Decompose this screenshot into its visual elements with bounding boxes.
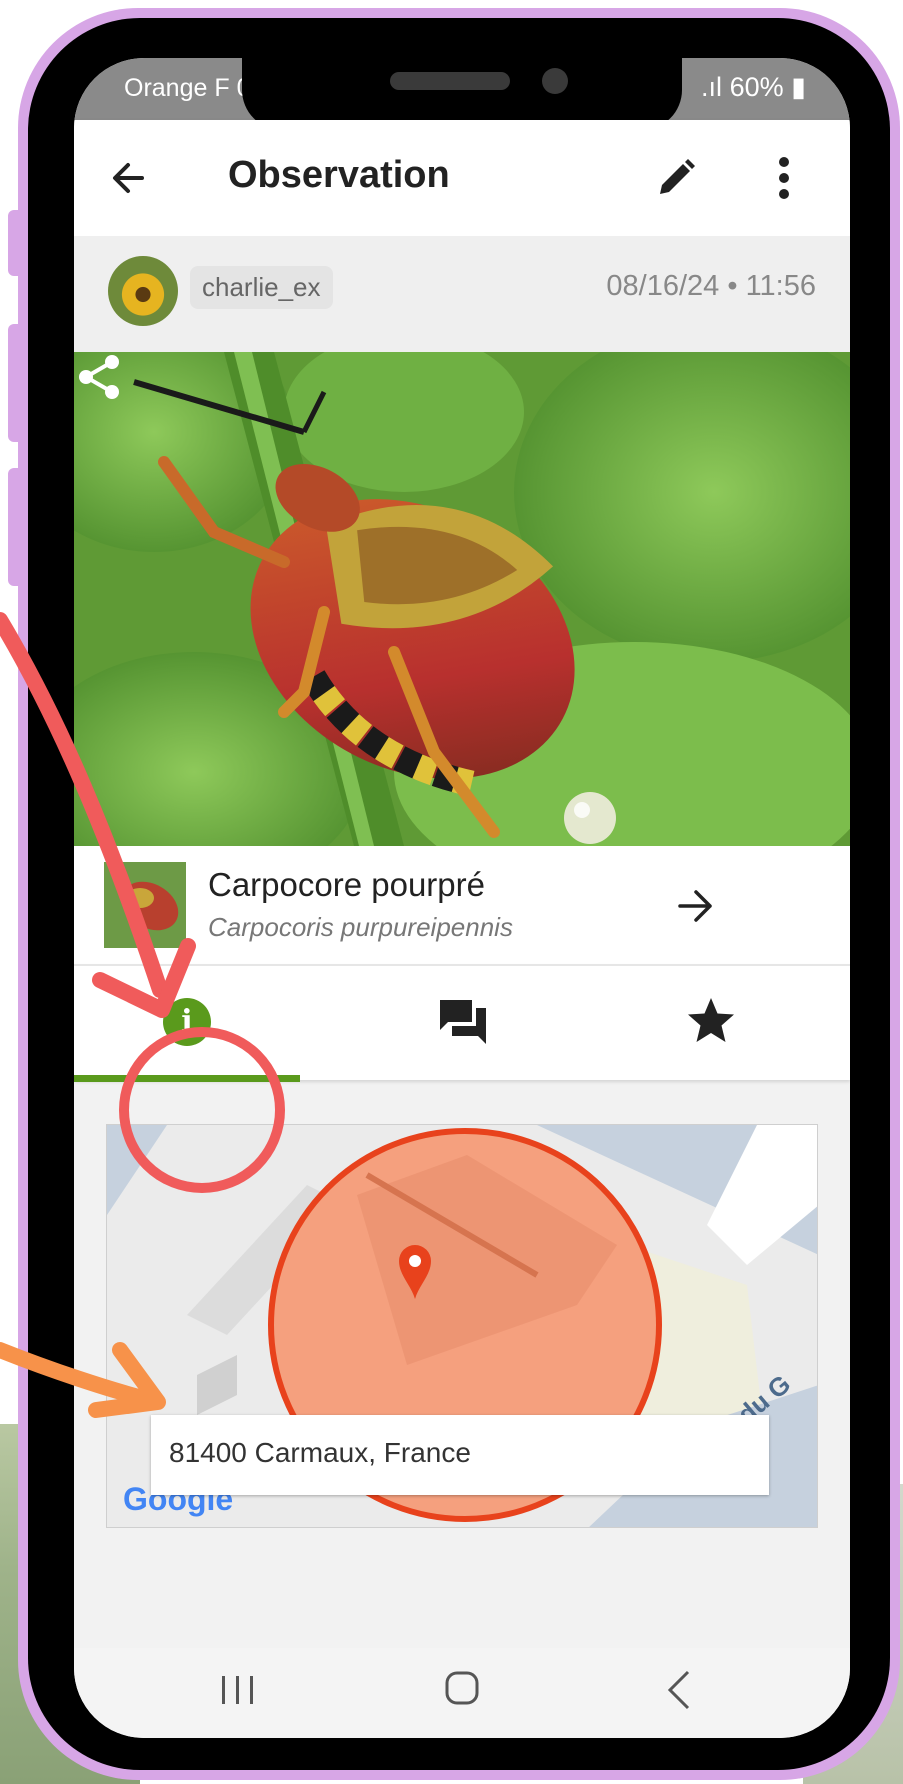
back-icon[interactable] bbox=[664, 1668, 694, 1712]
observation-datetime: 08/16/24 • 11:56 bbox=[606, 270, 816, 302]
share-icon[interactable] bbox=[74, 352, 124, 402]
comments-icon bbox=[440, 1000, 486, 1044]
phone-screen: Orange F 0 .ıl 60% ▮ Observation charl bbox=[74, 58, 850, 1738]
app-bar: Observation bbox=[74, 120, 850, 236]
phone-volume-up-button bbox=[8, 324, 24, 442]
taxon-scientific-name: Carpocoris purpureipennis bbox=[208, 912, 513, 942]
page-title: Observation bbox=[228, 154, 450, 196]
avatar[interactable] bbox=[108, 256, 178, 326]
phone-volume-down-button bbox=[8, 468, 24, 586]
tab-info[interactable]: i bbox=[74, 966, 332, 1082]
system-nav-bar bbox=[74, 1648, 850, 1738]
arrow-right-icon[interactable] bbox=[674, 884, 718, 928]
address-text: 81400 Carmaux, France bbox=[169, 1437, 471, 1468]
signal-icon: .ıl bbox=[701, 72, 723, 102]
status-bar: Orange F 0 .ıl 60% ▮ bbox=[74, 58, 850, 130]
speaker-grille bbox=[390, 72, 510, 90]
map-pin-icon[interactable] bbox=[395, 1241, 435, 1301]
battery-status: .ıl 60% ▮ bbox=[701, 72, 806, 103]
more-vertical-icon[interactable] bbox=[774, 154, 794, 202]
taxon-thumbnail bbox=[104, 862, 186, 948]
tab-comments[interactable] bbox=[332, 966, 590, 1082]
observer-row: charlie_ex 08/16/24 • 11:56 bbox=[74, 236, 850, 352]
battery-level: 60% bbox=[729, 72, 784, 102]
observation-photo[interactable] bbox=[74, 352, 850, 846]
username-chip[interactable]: charlie_ex bbox=[190, 266, 333, 309]
taxon-common-name: Carpocore pourpré bbox=[208, 866, 485, 903]
pencil-icon[interactable] bbox=[654, 156, 698, 200]
carrier-label: Orange F 0 bbox=[124, 74, 250, 102]
taxon-row[interactable]: Carpocore pourpré Carpocoris purpureipen… bbox=[74, 846, 850, 964]
location-map[interactable]: du G Google 81400 Carmaux, France bbox=[106, 1124, 818, 1528]
front-camera bbox=[542, 68, 568, 94]
address-label: 81400 Carmaux, France bbox=[151, 1415, 769, 1495]
battery-icon: ▮ bbox=[791, 72, 806, 102]
arrow-left-icon[interactable] bbox=[108, 158, 148, 198]
phone-side-button bbox=[8, 210, 24, 276]
insect-photo-image bbox=[74, 352, 850, 846]
active-tab-indicator bbox=[74, 1075, 300, 1082]
recents-icon[interactable] bbox=[216, 1670, 260, 1710]
tab-favorites[interactable] bbox=[590, 966, 848, 1082]
info-icon: i bbox=[163, 998, 211, 1046]
home-icon[interactable] bbox=[442, 1668, 482, 1708]
star-icon bbox=[688, 998, 734, 1042]
detail-tabs: i bbox=[74, 964, 850, 1082]
